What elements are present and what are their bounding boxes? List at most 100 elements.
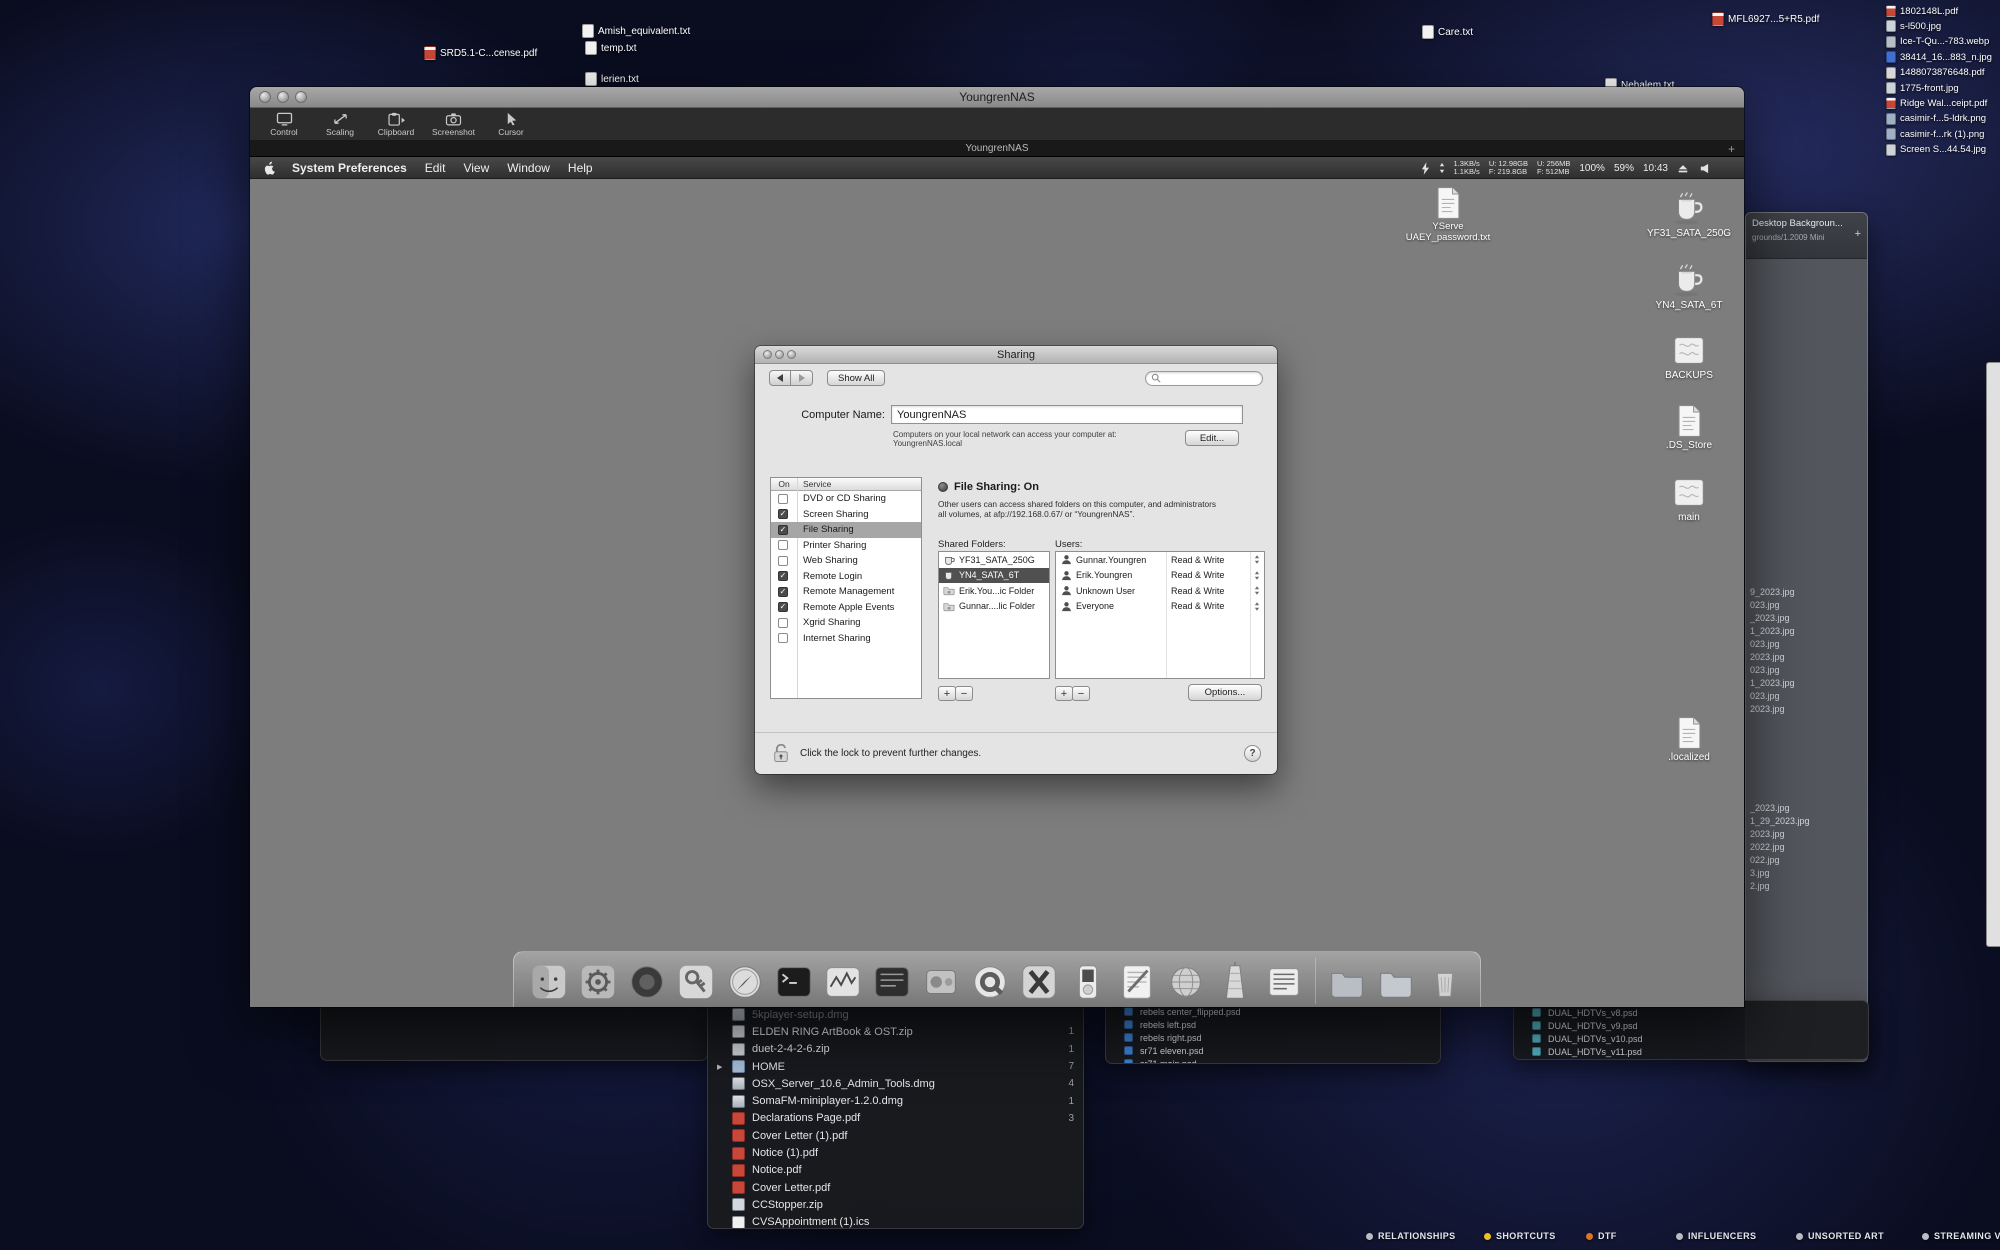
- menu-item-edit[interactable]: Edit: [425, 161, 446, 175]
- close-button[interactable]: [259, 91, 271, 103]
- file-row-5kplayer-setup-dmg[interactable]: 5kplayer-setup.dmg: [708, 1006, 1083, 1023]
- service-row-remote-login[interactable]: ✓Remote Login: [771, 569, 921, 585]
- desktop-icon-ds-store[interactable]: .DS_Store: [1641, 403, 1737, 451]
- file-row-sr71-main-psd[interactable]: sr71 main.psd: [1106, 1057, 1440, 1064]
- dock-icon-console[interactable]: [870, 960, 914, 1004]
- file-row-9-2023-jpg[interactable]: 9_2023.jpg: [1750, 587, 1795, 600]
- user-row-everyone[interactable]: EveryoneRead & Write: [1056, 599, 1264, 615]
- minimize-button[interactable]: [775, 350, 784, 359]
- disclosure-triangle-icon[interactable]: ▶: [717, 1063, 722, 1071]
- file-row-1-2023-jpg[interactable]: 1_2023.jpg: [1750, 626, 1795, 639]
- file-row-2023-jpg[interactable]: _2023.jpg: [1750, 803, 1810, 816]
- checkbox-web-sharing[interactable]: [778, 556, 788, 566]
- service-row-screen-sharing[interactable]: ✓Screen Sharing: [771, 507, 921, 523]
- file-row-dual-hdtvs-v9-psd[interactable]: DUAL_HDTVs_v9.psd: [1514, 1019, 1868, 1032]
- file-row-notice-pdf[interactable]: Notice.pdf: [708, 1162, 1083, 1179]
- file-row-declarations-page-pdf[interactable]: Declarations Page.pdf3: [708, 1110, 1083, 1127]
- file-row-2023-jpg[interactable]: 2023.jpg: [1750, 829, 1810, 842]
- dock-icon-keychain[interactable]: [674, 960, 718, 1004]
- desktop-icon-main[interactable]: main: [1641, 473, 1737, 523]
- checkbox-file-sharing[interactable]: ✓: [778, 525, 788, 535]
- file-row-023-jpg[interactable]: 023.jpg: [1750, 691, 1795, 704]
- add-shared-folder-button[interactable]: +: [938, 686, 956, 701]
- add-button[interactable]: +: [1855, 228, 1861, 240]
- menu-item-view[interactable]: View: [463, 161, 489, 175]
- lock-icon[interactable]: [771, 742, 791, 765]
- desktop-file-1488073876648-pdf[interactable]: 1488073876648.pdf: [1886, 67, 1985, 79]
- computer-name-input[interactable]: YoungrenNAS: [891, 405, 1243, 424]
- file-row-cvsappointment-1-ics[interactable]: CVSAppointment (1).ics: [708, 1214, 1083, 1229]
- dock-icon-finder[interactable]: [527, 960, 571, 1004]
- file-row-cover-letter-1-pdf[interactable]: Cover Letter (1).pdf: [708, 1127, 1083, 1144]
- desktop-file-38414-16-883-n-jpg[interactable]: 38414_16...883_n.jpg: [1886, 51, 1992, 63]
- dock-icon-safari[interactable]: [723, 960, 767, 1004]
- desktop-file-casimir-f-5-ldrk-png[interactable]: casimir-f...5-ldrk.png: [1886, 113, 1986, 125]
- dock-icon-folder-documents[interactable]: [1374, 960, 1418, 1004]
- window-header[interactable]: Desktop Backgroun... grounds/1.2009 Mini…: [1746, 213, 1867, 259]
- remove-user-button[interactable]: −: [1072, 686, 1090, 701]
- menu-item-window[interactable]: Window: [507, 161, 550, 175]
- file-row-notice-1-pdf[interactable]: Notice (1).pdf: [708, 1144, 1083, 1161]
- desktop-file-screen-s-44-54-jpg[interactable]: Screen S...44.54.jpg: [1886, 144, 1986, 156]
- services-list[interactable]: On Service DVD or CD Sharing✓Screen Shar…: [770, 477, 922, 699]
- shared-folder-row-erik-you-ic-folder[interactable]: Erik.You...ic Folder: [939, 583, 1049, 599]
- shared-folder-row-yn4-sata-6t[interactable]: YN4_SATA_6T: [939, 568, 1049, 584]
- close-button[interactable]: [763, 350, 772, 359]
- desktop-file-care-txt[interactable]: Care.txt: [1422, 25, 1473, 39]
- display-tab[interactable]: YoungrenNAS: [965, 143, 1028, 154]
- user-row-erik-youngren[interactable]: Erik.YoungrenRead & Write: [1056, 568, 1264, 584]
- desktop-file-ridge-wal-ceipt-pdf[interactable]: Ridge Wal...ceipt.pdf: [1886, 97, 1987, 109]
- file-row-osx-server-10-6-admin-tools-dmg[interactable]: OSX_Server_10.6_Admin_Tools.dmg4: [708, 1075, 1083, 1092]
- toolbar-button-control[interactable]: Control: [264, 111, 304, 137]
- status-label-relationships[interactable]: RELATIONSHIPS: [1366, 1231, 1456, 1241]
- desktop-icon-backups[interactable]: BACKUPS: [1641, 331, 1737, 381]
- desktop-file-ice-t-qu-783-webp[interactable]: Ice-T-Qu...-783.webp: [1886, 36, 1989, 48]
- toolbar-button-clipboard[interactable]: Clipboard: [376, 111, 416, 137]
- service-row-xgrid-sharing[interactable]: Xgrid Sharing: [771, 615, 921, 631]
- minimize-button[interactable]: [277, 91, 289, 103]
- file-row-1-2023-jpg[interactable]: 1_2023.jpg: [1750, 678, 1795, 691]
- dock-icon-activity-monitor[interactable]: [821, 960, 865, 1004]
- show-all-button[interactable]: Show All: [827, 370, 885, 386]
- shared-folder-row-gunnar-lic-folder[interactable]: Gunnar....lic Folder: [939, 599, 1049, 615]
- menu-item-help[interactable]: Help: [568, 161, 593, 175]
- status-label-shortcuts[interactable]: SHORTCUTS: [1484, 1231, 1556, 1241]
- checkbox-internet-sharing[interactable]: [778, 633, 788, 643]
- file-row-2-jpg[interactable]: 2.jpg: [1750, 881, 1810, 894]
- dock-icon-device[interactable]: [1066, 960, 1110, 1004]
- checkbox-printer-sharing[interactable]: [778, 540, 788, 550]
- status-label-unsorted-art[interactable]: UNSORTED ART: [1796, 1231, 1884, 1241]
- toolbar-button-scaling[interactable]: Scaling: [320, 111, 360, 137]
- shared-folder-row-yf31-sata-250g[interactable]: YF31_SATA_250G: [939, 552, 1049, 568]
- service-row-remote-management[interactable]: ✓Remote Management: [771, 584, 921, 600]
- file-row-023-jpg[interactable]: 023.jpg: [1750, 639, 1795, 652]
- file-row-dual-hdtvs-v11-psd[interactable]: DUAL_HDTVs_v11.psd: [1514, 1045, 1868, 1058]
- desktop-file-1802148l-pdf[interactable]: 1802148L.pdf: [1886, 5, 1958, 17]
- zoom-button[interactable]: [295, 91, 307, 103]
- dock-icon-network[interactable]: [1164, 960, 1208, 1004]
- permission[interactable]: Read & Write: [1171, 570, 1224, 580]
- checkbox-screen-sharing[interactable]: ✓: [778, 509, 788, 519]
- file-row-elden-ring-artbook-ost-zip[interactable]: ELDEN RING ArtBook & OST.zip1: [708, 1023, 1083, 1040]
- users-list[interactable]: Gunnar.YoungrenRead & WriteErik.Youngren…: [1055, 551, 1265, 679]
- add-user-button[interactable]: +: [1055, 686, 1073, 701]
- desktop-file-srd5-1-c-cense-pdf[interactable]: SRD5.1-C...cense.pdf: [424, 46, 537, 60]
- file-row-2023-jpg[interactable]: _2023.jpg: [1750, 613, 1795, 626]
- file-row-dual-hdtvs-v8-psd[interactable]: DUAL_HDTVs_v8.psd: [1514, 1006, 1868, 1019]
- search-field[interactable]: [1145, 371, 1263, 386]
- dock-icon-trash[interactable]: [1423, 960, 1467, 1004]
- permission[interactable]: Read & Write: [1171, 555, 1224, 565]
- file-row-2023-jpg[interactable]: 2023.jpg: [1750, 704, 1795, 717]
- zoom-button[interactable]: [787, 350, 796, 359]
- desktop-icon-localized[interactable]: .localized: [1641, 715, 1737, 763]
- service-row-web-sharing[interactable]: Web Sharing: [771, 553, 921, 569]
- menu-item-system-preferences[interactable]: System Preferences: [292, 161, 407, 175]
- status-label-dtf[interactable]: DTF: [1586, 1231, 1617, 1241]
- service-row-remote-apple-events[interactable]: ✓Remote Apple Events: [771, 600, 921, 616]
- dock-icon-stacks[interactable]: [1262, 960, 1306, 1004]
- file-row-023-jpg[interactable]: 023.jpg: [1750, 665, 1795, 678]
- options-button[interactable]: Options...: [1188, 684, 1262, 701]
- service-row-internet-sharing[interactable]: Internet Sharing: [771, 631, 921, 647]
- file-row-rebels-right-psd[interactable]: rebels right.psd: [1106, 1031, 1440, 1044]
- file-row-ccstopper-zip[interactable]: CCStopper.zip: [708, 1196, 1083, 1213]
